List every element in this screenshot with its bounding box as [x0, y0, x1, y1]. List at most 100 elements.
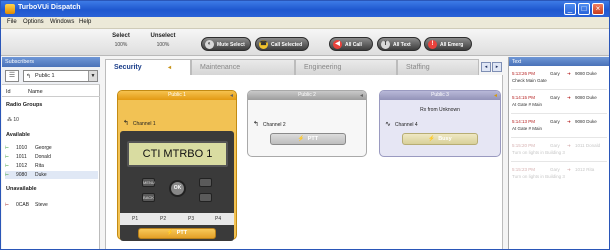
text-message[interactable]: 5:15:20 PM Gary ➜ 1011 Donald Turn on li… [512, 143, 607, 155]
unselect-all-control[interactable]: Unselect 100% [149, 33, 177, 48]
speaker-icon[interactable]: ◂ [360, 92, 363, 99]
radio-online-icon: ⊢ [5, 154, 9, 159]
ptt-button[interactable]: ⚡ PTT [138, 228, 216, 239]
subscriber-row[interactable]: ⊢ 0CAB Steve [5, 201, 98, 209]
text-message[interactable]: 5:14:15 PM Gary ➜ 9080 Duke At Gate # Ma… [512, 95, 607, 107]
minimize-button[interactable]: _ [564, 3, 576, 15]
select-percent: 100% [114, 42, 128, 48]
channel-card-public-2[interactable]: Public 2 ◂ ↰ Channel 2 ⚡ PTT [247, 90, 367, 157]
radio-group-item[interactable]: ⁂ 10 [7, 117, 19, 123]
arrow-right-icon: ➜ [567, 95, 571, 100]
message-sender: Gary [550, 71, 560, 76]
unavailable-heading: Unavailable [6, 186, 37, 192]
channel-label: ∿ Channel 4 [385, 120, 418, 128]
menu-bar: File Options Windows Help [1, 17, 609, 29]
all-emerg-button[interactable]: ! All Emerg [424, 37, 472, 51]
channel-card-public-3[interactable]: Public 3 ◂ Rx from Unknown ∿ Channel 4 ⚡ B… [379, 90, 501, 157]
channel-label: ↰ Channel 1 [123, 119, 156, 127]
subscriber-id: 1012 [16, 163, 28, 169]
tab-maintenance[interactable]: Maintenance [191, 59, 295, 75]
chevron-down-icon[interactable]: ▼ [88, 71, 97, 81]
text-panel: Text 5:13:26 PM Gary ➜ 9080 Duke Check M… [508, 57, 609, 249]
busy-button[interactable]: ⚡ Busy [402, 133, 478, 145]
text-icon: T [381, 40, 390, 49]
p4-button[interactable]: P4 [215, 216, 221, 222]
speaker-icon[interactable]: ◂ [230, 92, 233, 99]
channel-name: Channel 1 [132, 121, 156, 127]
title-bar[interactable]: TurboVUi Dispatch _ □ × [1, 1, 609, 17]
menu-file[interactable]: File [7, 19, 17, 25]
speaker-active-icon[interactable]: ◂ [494, 92, 497, 99]
call-selected-label: Call Selected [271, 42, 303, 48]
channel-label: ↰ Channel 2 [253, 120, 286, 128]
message-recipient: 1012 Rita [575, 167, 595, 172]
p1-button[interactable]: P1 [132, 216, 138, 222]
subscriber-row[interactable]: ⊢ 1011 Donald [5, 153, 98, 161]
tab-maintenance-label: Maintenance [200, 64, 241, 71]
p3-button[interactable]: P3 [188, 216, 194, 222]
message-body: Turn on lights in Building 3 [512, 150, 565, 155]
tab-scroll-right-icon[interactable]: ▸ [492, 62, 502, 72]
mute-icon: ◐ [205, 40, 214, 49]
message-divider [511, 137, 607, 138]
column-id[interactable]: Id [6, 89, 11, 95]
channel-name: Channel 4 [394, 122, 418, 128]
subscribers-tools: ☰ ↰ Public 1 ▼ [2, 67, 100, 85]
bolt-icon: ⚡ [428, 136, 436, 142]
column-name[interactable]: Name [28, 89, 43, 95]
maximize-button[interactable]: □ [578, 3, 590, 15]
subscriber-id: 1011 [16, 154, 27, 160]
message-divider [511, 89, 607, 90]
menu-help[interactable]: Help [79, 19, 91, 25]
arrow-right-icon: ➜ [567, 71, 571, 76]
radio-groups-heading: Radio Groups [6, 102, 43, 108]
radio-back-key: BACK [142, 193, 155, 202]
unselect-percent: 100% [156, 42, 170, 48]
radio-ok-key: OK [169, 180, 186, 197]
tab-security[interactable]: Security ◂ [105, 59, 191, 76]
message-sender: Gary [550, 143, 560, 148]
all-call-button[interactable]: ◀ All Call [329, 37, 373, 51]
message-time: 5:15:23 PM [512, 167, 536, 172]
text-message[interactable]: 5:14:13 PM Gary ➜ 9080 Duke At Gate # Ma… [512, 119, 607, 131]
radio-online-icon: ⊢ [5, 163, 9, 168]
ptt-button[interactable]: ⚡ PTT [270, 133, 346, 145]
menu-options[interactable]: Options [23, 19, 44, 25]
text-message[interactable]: 5:15:23 PM Gary ➜ 1012 Rita Turn on ligh… [512, 167, 607, 179]
close-button[interactable]: × [592, 3, 604, 15]
all-text-button[interactable]: T All Text [377, 37, 421, 51]
all-call-icon: ◀ [333, 40, 342, 49]
bolt-icon: ⚡ [297, 136, 305, 142]
message-recipient: 9080 Duke [575, 95, 597, 100]
group-combo[interactable]: ↰ Public 1 ▼ [23, 70, 98, 82]
toolbar: Select 100% Unselect 100% ◐ Mute Select … [1, 29, 609, 56]
pin-icon[interactable]: ◂ [168, 64, 171, 71]
message-body: At Gate # Main [512, 126, 543, 131]
select-all-control[interactable]: Select 100% [110, 33, 132, 48]
unselect-label: Unselect [150, 33, 176, 39]
mute-select-button[interactable]: ◐ Mute Select [201, 37, 251, 51]
channel-icon: ↰ [123, 120, 129, 127]
message-recipient: 9080 Duke [575, 71, 597, 76]
subscriber-row[interactable]: ⊢ 1012 Rita [5, 162, 98, 170]
p2-button[interactable]: P2 [160, 216, 166, 222]
radio-keypad: MENU BACK OK [142, 174, 212, 208]
window-title: TurboVUi Dispatch [18, 4, 81, 11]
all-emerg-label: All Emerg [440, 42, 464, 48]
channel-card-public-1[interactable]: Public 1 ◂ ↰ Channel 1 CTI MTRBO 1 MENU B… [117, 90, 237, 241]
subscriber-name: Duke [35, 172, 47, 178]
call-selected-button[interactable]: ☎ Call Selected [255, 37, 309, 51]
tab-scroll-left-icon[interactable]: ◂ [481, 62, 491, 72]
subscriber-row[interactable]: ⊢ 9080 Duke [5, 171, 98, 179]
subscriber-row[interactable]: ⊢ 1010 George [5, 144, 98, 152]
arrow-right-icon: ➜ [567, 119, 571, 124]
text-message[interactable]: 5:13:26 PM Gary ➜ 9080 Duke Check Main G… [512, 71, 607, 83]
list-view-icon[interactable]: ☰ [5, 70, 19, 82]
tab-staffing[interactable]: Staffing [397, 59, 479, 75]
subscriber-name: Steve [35, 202, 48, 208]
message-time: 5:13:26 PM [512, 71, 536, 76]
subscribers-header: Subscribers [2, 57, 100, 67]
ptt-label: PTT [307, 136, 319, 142]
tab-engineering[interactable]: Engineering [295, 59, 397, 75]
menu-windows[interactable]: Windows [50, 19, 74, 25]
